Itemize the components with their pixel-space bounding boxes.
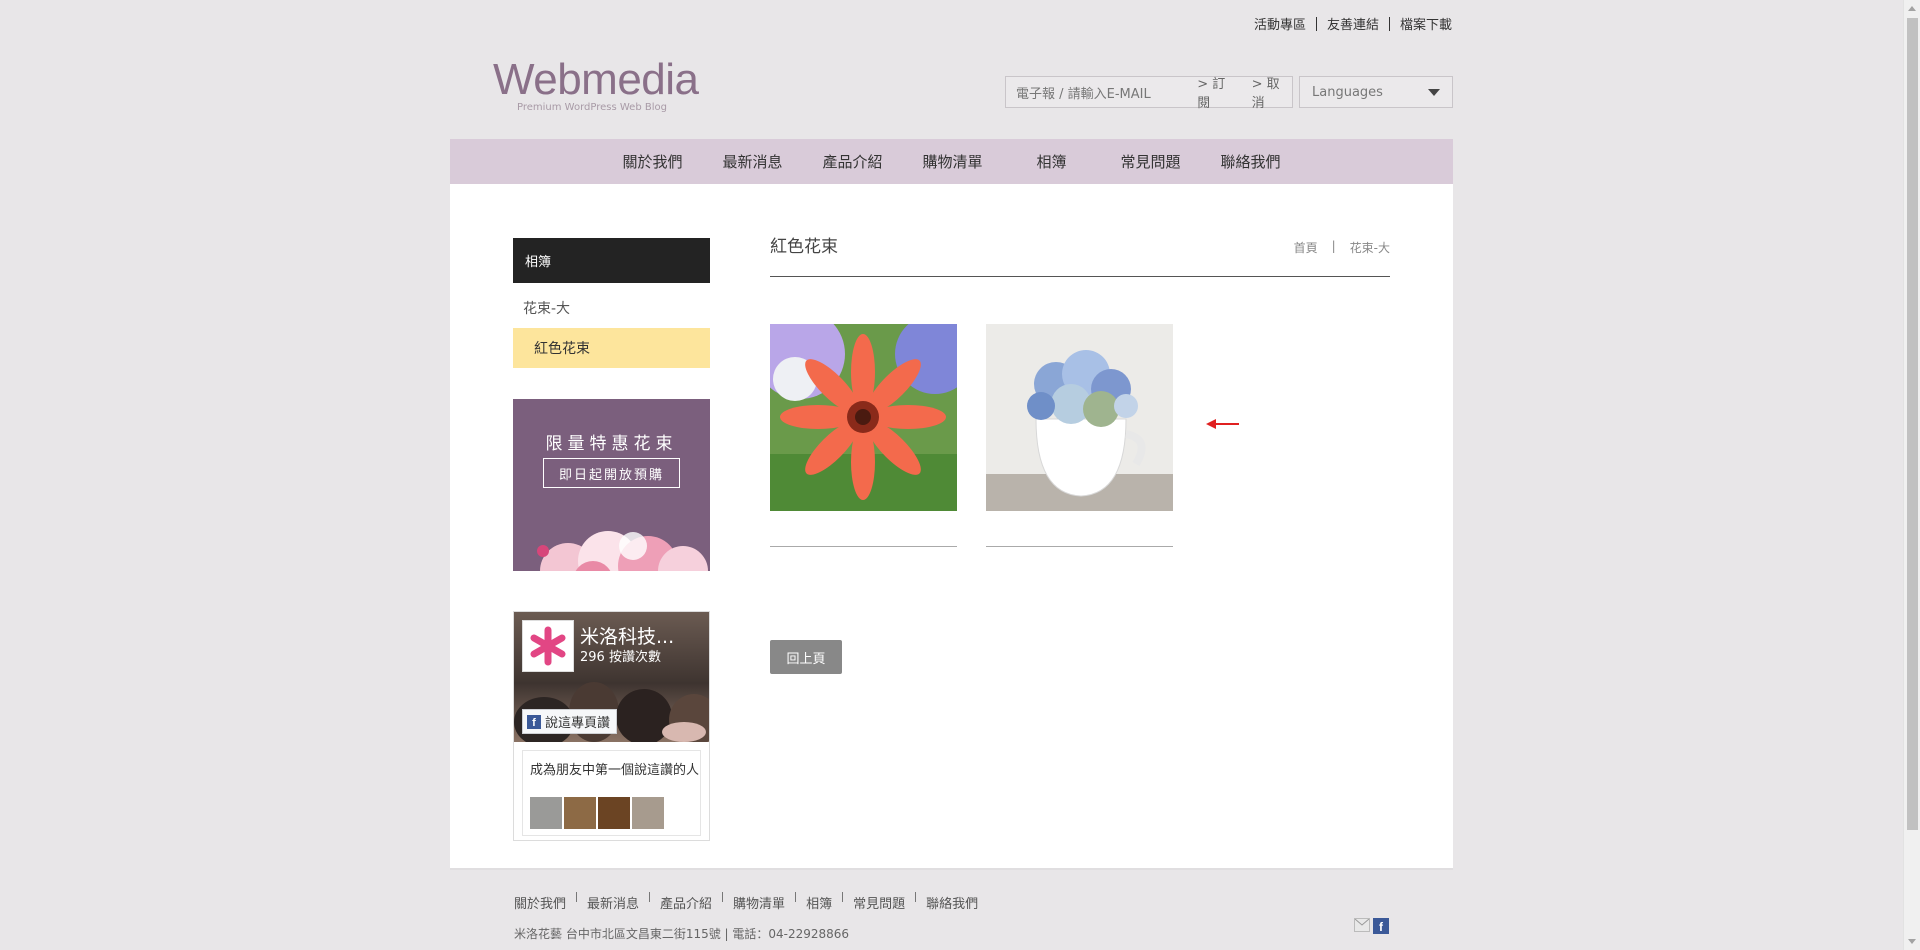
- footer-link-divider: [795, 891, 797, 902]
- chevron-down-icon: [1428, 89, 1440, 96]
- top-link-friendly[interactable]: 友善連結: [1327, 14, 1379, 33]
- photo-divider: [770, 546, 957, 547]
- facebook-cover-photo[interactable]: 米洛科技... 296 按讚次數 f 說這專頁讚: [514, 612, 709, 742]
- arrow-left-icon: [1206, 419, 1239, 429]
- page-title: 紅色花束: [770, 237, 838, 257]
- asterisk-logo-icon: [530, 626, 566, 666]
- photo-divider: [986, 546, 1173, 547]
- banner-headline: 限量特惠花束: [545, 434, 678, 454]
- facebook-like-label: 說這專頁讚: [545, 716, 611, 731]
- facebook-page-widget: 米洛科技... 296 按讚次數 f 說這專頁讚 成為朋友中第一個說這讚的人: [513, 611, 710, 841]
- nav-item-news[interactable]: 最新消息: [702, 151, 802, 172]
- footer-link-products[interactable]: 產品介紹: [660, 893, 712, 912]
- newsletter-form: 電子報 / 請輸入E-MAIL > 訂閱 > 取消: [1005, 73, 1293, 111]
- facebook-page-avatar[interactable]: [522, 620, 574, 672]
- page-scrollbar[interactable]: [1903, 0, 1920, 950]
- facebook-like-count: 296 按讚次數: [580, 650, 661, 665]
- facebook-friend-thumbnails: [530, 797, 664, 829]
- footer-link-contact[interactable]: 聯絡我們: [926, 893, 978, 912]
- friend-avatar[interactable]: [598, 797, 630, 829]
- scrollbar-thumb[interactable]: [1907, 18, 1918, 830]
- facebook-icon: f: [527, 714, 541, 729]
- breadcrumb: 首頁 | 花束-大: [1294, 239, 1390, 256]
- facebook-like-button[interactable]: f 說這專頁讚: [522, 709, 618, 734]
- content-panel: 相簿 花束-大 紅色花束 限量特惠花束 即日起開放預購 米洛科技... 296 …: [450, 184, 1453, 868]
- sidebar-item-red-bouquet[interactable]: 紅色花束: [513, 328, 710, 368]
- gerbera-image: [770, 324, 957, 511]
- main-nav: 關於我們 最新消息 產品介紹 購物清單 相簿 常見問題 聯絡我們: [450, 139, 1453, 184]
- hydrangea-image: [986, 324, 1173, 511]
- nav-item-about[interactable]: 關於我們: [602, 151, 702, 172]
- footer-link-album[interactable]: 相簿: [806, 893, 832, 912]
- promo-banner[interactable]: 限量特惠花束 即日起開放預購: [513, 399, 710, 571]
- top-utility-links: 活動專區 友善連結 檔案下載: [1254, 14, 1452, 33]
- sidebar-heading: 相簿: [513, 238, 710, 283]
- nav-item-album[interactable]: 相簿: [1003, 151, 1101, 172]
- footer-link-cart[interactable]: 購物清單: [733, 893, 785, 912]
- top-link-events[interactable]: 活動專區: [1254, 14, 1306, 33]
- friend-avatar[interactable]: [564, 797, 596, 829]
- scroll-down-icon[interactable]: [1908, 939, 1916, 944]
- newsletter-subscribe-link[interactable]: > 訂閱: [1197, 73, 1237, 111]
- nav-item-faq[interactable]: 常見問題: [1101, 151, 1201, 172]
- footer-address: 米洛花藝 台中市北區文昌東二街115號 | 電話：04-22928866: [514, 927, 850, 941]
- mail-icon[interactable]: [1354, 918, 1370, 932]
- facebook-friends-card: 成為朋友中第一個說這讚的人: [522, 750, 701, 836]
- footer-link-news[interactable]: 最新消息: [587, 893, 639, 912]
- footer-divider: [450, 868, 1453, 870]
- breadcrumb-home[interactable]: 首頁: [1294, 239, 1318, 256]
- top-link-divider: [1388, 16, 1390, 31]
- breadcrumb-separator: |: [1331, 239, 1336, 253]
- footer-link-divider: [842, 891, 844, 902]
- gallery-photo-gerbera[interactable]: [770, 324, 957, 511]
- footer-nav: 關於我們 最新消息 產品介紹 購物清單 相簿 常見問題 聯絡我們: [514, 891, 978, 912]
- footer-link-faq[interactable]: 常見問題: [853, 893, 905, 912]
- nav-item-cart[interactable]: 購物清單: [902, 151, 1002, 172]
- languages-select[interactable]: Languages: [1299, 76, 1453, 108]
- facebook-page-name[interactable]: 米洛科技...: [580, 622, 674, 649]
- top-link-downloads[interactable]: 檔案下載: [1400, 14, 1452, 33]
- gallery-photo-hydrangea[interactable]: [986, 324, 1173, 511]
- footer-link-about[interactable]: 關於我們: [514, 893, 566, 912]
- nav-item-products[interactable]: 產品介紹: [802, 151, 902, 172]
- footer-link-divider: [649, 891, 651, 902]
- facebook-friends-text: 成為朋友中第一個說這讚的人: [530, 763, 700, 778]
- banner-cta: 即日起開放預購: [543, 458, 680, 488]
- footer-link-divider: [915, 891, 917, 902]
- back-button[interactable]: 回上頁: [770, 640, 842, 674]
- nav-item-contact[interactable]: 聯絡我們: [1201, 151, 1301, 172]
- sidebar-item-bouquet-large[interactable]: 花束-大: [513, 288, 710, 328]
- site-logo[interactable]: Webmedia Premium WordPress Web Blog: [493, 55, 699, 114]
- banner-flowers-image: [537, 531, 708, 571]
- scroll-up-icon[interactable]: [1908, 6, 1916, 11]
- languages-selected-value: Languages: [1312, 84, 1383, 100]
- footer-link-divider: [576, 891, 578, 902]
- breadcrumb-current[interactable]: 花束-大: [1350, 239, 1390, 256]
- facebook-icon[interactable]: f: [1373, 918, 1389, 934]
- title-divider: [770, 276, 1390, 277]
- logo-title: Webmedia: [493, 55, 699, 104]
- footer-social-icons: f: [1354, 918, 1389, 934]
- friend-avatar[interactable]: [632, 797, 664, 829]
- top-link-divider: [1315, 16, 1317, 31]
- footer-link-divider: [722, 891, 724, 902]
- newsletter-email-input[interactable]: 電子報 / 請輸入E-MAIL: [1016, 83, 1183, 102]
- newsletter-cancel-link[interactable]: > 取消: [1252, 73, 1292, 111]
- friend-avatar[interactable]: [530, 797, 562, 829]
